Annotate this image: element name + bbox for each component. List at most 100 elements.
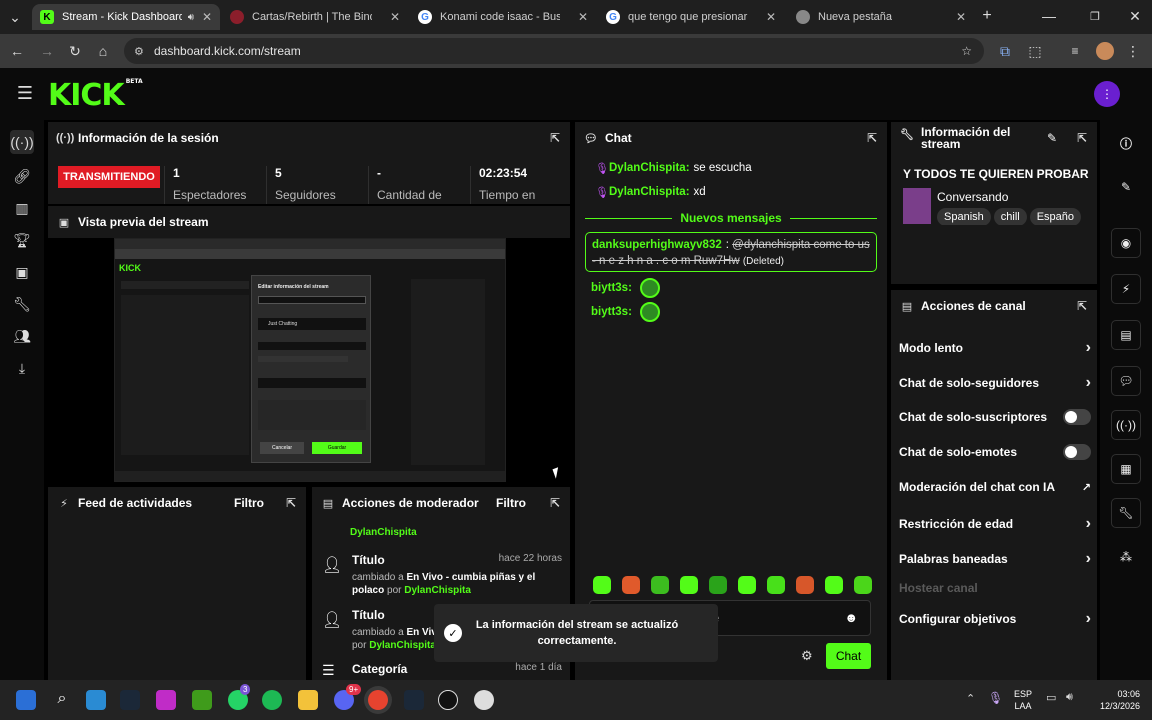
close-tab-icon[interactable]: ✕ [766, 10, 776, 24]
wrench-icon[interactable]: 🔧︎ [1111, 498, 1141, 528]
emote-icon[interactable] [738, 576, 756, 594]
popout-icon[interactable]: ⇱ [550, 131, 560, 145]
stream-icon[interactable]: ((·)) [10, 130, 34, 154]
home-icon[interactable]: ⌂ [94, 42, 112, 60]
stream-category[interactable]: Conversando [937, 190, 1008, 204]
mod-filter-button[interactable]: Filtro [496, 496, 526, 510]
chat-bubble-icon[interactable]: 💬︎ [1111, 366, 1141, 396]
lightning-icon[interactable]: ⚡︎ [1111, 274, 1141, 304]
close-tab-icon[interactable]: ✕ [202, 10, 212, 24]
emote-icon[interactable] [767, 576, 785, 594]
back-icon[interactable]: ← [8, 42, 26, 60]
profile-avatar[interactable] [1096, 42, 1114, 60]
info-icon[interactable]: ⓘ [1111, 128, 1141, 158]
new-tab-icon[interactable]: + [978, 7, 996, 25]
network-icon[interactable]: ▭ [1046, 691, 1056, 704]
bookmark-star-icon[interactable]: ☆ [961, 44, 972, 58]
upload-icon[interactable]: ⤓ [10, 356, 34, 380]
kick-logo[interactable]: KICK BETA [48, 78, 143, 113]
media-icon[interactable]: ≡ [1066, 42, 1084, 60]
emote-icon[interactable] [709, 576, 727, 594]
obs-icon[interactable] [438, 690, 458, 710]
discord-icon[interactable]: 9+ [334, 684, 362, 710]
mod-user[interactable]: DylanChispita [369, 640, 436, 651]
close-tab-icon[interactable]: ✕ [390, 10, 400, 24]
menu-icon[interactable]: ⋮ [1124, 42, 1142, 60]
emote-icon[interactable] [825, 576, 843, 594]
steam-icon[interactable] [404, 690, 424, 710]
popout-icon[interactable]: ⇱ [1077, 299, 1087, 313]
address-bar[interactable]: ⚙ dashboard.kick.com/stream ☆ [124, 38, 984, 64]
edit-pencil-icon[interactable]: ✎ [1047, 131, 1057, 145]
edit-icon[interactable]: ✎ [1111, 172, 1141, 202]
camera-icon[interactable]: ◉ [1111, 228, 1141, 258]
close-tab-icon[interactable]: ✕ [578, 10, 588, 24]
steam-icon[interactable] [120, 690, 140, 710]
subscribers-only-toggle[interactable] [1063, 409, 1091, 425]
emote-icon[interactable] [593, 576, 611, 594]
tab-new-tab[interactable]: Nueva pestaña ✕ [788, 4, 974, 30]
tab-search-icon[interactable]: ⌄ [6, 8, 24, 26]
popout-icon[interactable]: ⇱ [286, 496, 296, 510]
search-icon[interactable]: ⌕ [52, 690, 72, 710]
file-explorer-icon[interactable] [298, 690, 318, 710]
app-icon[interactable] [474, 690, 494, 710]
forward-icon[interactable]: → [38, 42, 56, 60]
tab-binding-of-isaac[interactable]: Cartas/Rebirth | The Binding of ✕ [222, 4, 408, 30]
close-tab-icon[interactable]: ✕ [956, 10, 966, 24]
user-avatar[interactable]: ⋮ [1094, 81, 1120, 107]
broadcast-icon[interactable]: ((·)) [1111, 410, 1141, 440]
chat-username[interactable]: biytt3s: [591, 306, 632, 318]
action-slow-mode[interactable]: Modo lento › [899, 339, 1091, 357]
emote-icon[interactable] [680, 576, 698, 594]
wrench-icon[interactable]: 🔧︎ [10, 292, 34, 316]
chrome-icon[interactable] [368, 690, 388, 710]
chat-send-button[interactable]: Chat [826, 643, 871, 669]
chat-username[interactable]: biytt3s: [591, 282, 632, 294]
emotes-only-toggle[interactable] [1063, 444, 1091, 460]
volume-icon[interactable]: 🔊︎ [1066, 691, 1073, 704]
app-icon[interactable] [86, 690, 106, 710]
community-icon[interactable]: 👥︎ [10, 324, 34, 348]
translate-icon[interactable]: ⧉ [996, 42, 1014, 60]
document-icon[interactable]: ▤ [1111, 320, 1141, 350]
share-icon[interactable]: ⁂ [1111, 542, 1141, 572]
restore-icon[interactable]: ❐ [1086, 7, 1104, 25]
site-info-icon[interactable]: ⚙ [134, 45, 144, 58]
action-banned-words[interactable]: Palabras baneadas › [899, 550, 1091, 568]
mod-top-user[interactable]: DylanChispita [350, 527, 417, 538]
tab-konami-search[interactable]: G Konami code isaac - Buscar con ✕ [410, 4, 596, 30]
emoji-picker-icon[interactable]: ☻ [844, 610, 858, 625]
layout-icon[interactable]: ▦ [1111, 454, 1141, 484]
start-icon[interactable] [16, 690, 36, 710]
analytics-icon[interactable]: ▥ [10, 196, 34, 220]
action-ai-moderation[interactable]: Moderación del chat con IA ↗ [899, 480, 1091, 494]
trophy-icon[interactable]: 🏆︎ [10, 228, 34, 252]
whatsapp-icon[interactable]: 3 [228, 684, 251, 710]
action-configure-goals[interactable]: Configurar objetivos › [899, 610, 1091, 628]
minecraft-icon[interactable] [192, 690, 212, 710]
chat-username[interactable]: danksuperhighwayv832 [592, 239, 722, 251]
chat-settings-icon[interactable]: ⚙ [801, 648, 813, 664]
spotify-icon[interactable] [262, 690, 282, 710]
chevron-up-icon[interactable]: ⌃ [966, 692, 975, 705]
app-icon[interactable] [156, 690, 176, 710]
stream-preview-video[interactable]: KICK Editar información del stream Just … [114, 238, 506, 482]
video-icon[interactable]: ▣ [10, 260, 34, 284]
speaker-icon[interactable]: 🔊︎ [188, 12, 194, 23]
emote-icon[interactable] [651, 576, 669, 594]
language-indicator[interactable]: ESP LAA [1014, 688, 1032, 712]
emote-icon[interactable] [622, 576, 640, 594]
popout-icon[interactable]: ⇱ [1077, 131, 1087, 145]
reload-icon[interactable]: ↻ [66, 42, 84, 60]
popout-icon[interactable]: ⇱ [867, 131, 877, 145]
popout-icon[interactable]: ⇱ [550, 496, 560, 510]
action-age-restriction[interactable]: Restricción de edad › [899, 515, 1091, 533]
extensions-icon[interactable]: ⬚ [1026, 42, 1044, 60]
chat-username[interactable]: DylanChispita: [609, 162, 690, 174]
emote-icon[interactable] [796, 576, 814, 594]
emote-icon[interactable] [854, 576, 872, 594]
action-followers-only[interactable]: Chat de solo-seguidores › [899, 374, 1091, 392]
link-icon[interactable]: 🔗︎ [10, 164, 34, 188]
chat-username[interactable]: DylanChispita: [609, 186, 690, 198]
